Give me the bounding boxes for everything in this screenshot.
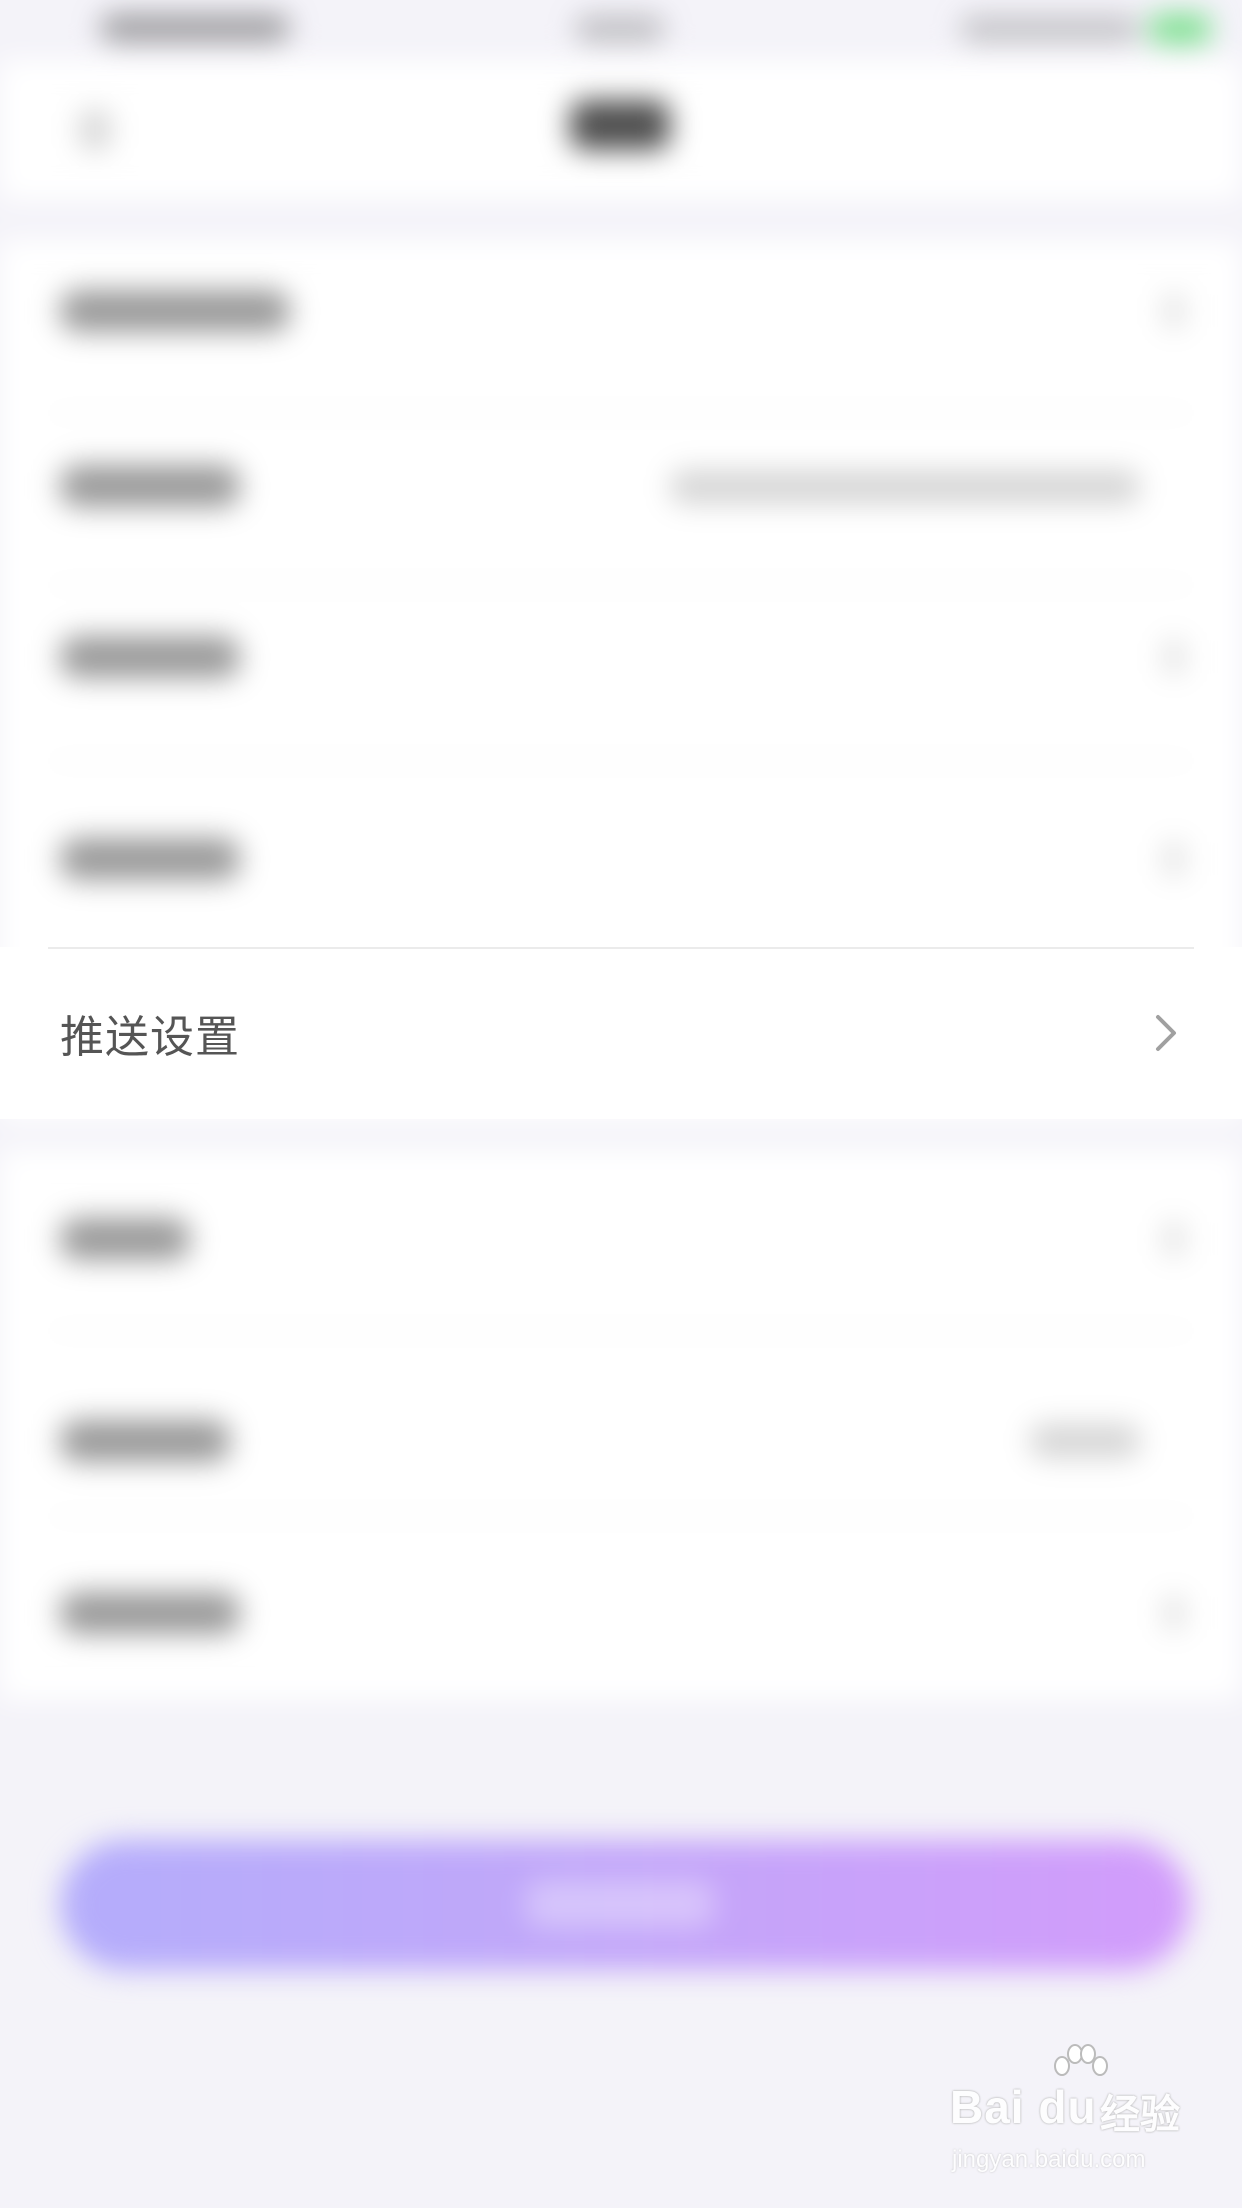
watermark-brand-cn: 经验 <box>1100 2092 1180 2138</box>
blurred-row-label <box>60 1420 230 1462</box>
blurred-chevron-icon <box>1165 1222 1183 1256</box>
push-settings-row[interactable]: 推送设置 <box>0 947 1242 1119</box>
blurred-row-value <box>1030 1424 1140 1458</box>
settings-page: 推送设置 Bai du 经验 jingyan.baidu.com <box>0 0 1242 2208</box>
blurred-chevron-icon <box>1165 842 1183 876</box>
blurred-chevron-icon <box>1165 640 1183 674</box>
blurred-row-label <box>60 290 290 332</box>
status-icons-placeholder <box>960 16 1140 42</box>
carrier-signal-placeholder <box>100 14 290 42</box>
page-title-placeholder <box>570 100 670 150</box>
blurred-row-label <box>60 1218 190 1260</box>
blurred-row-label <box>60 1592 240 1634</box>
row-divider <box>48 947 1194 949</box>
blurred-row-label <box>60 636 240 678</box>
clock-placeholder <box>575 16 665 42</box>
watermark-url: jingyan.baidu.com <box>952 2146 1146 2173</box>
blurred-chevron-icon <box>1165 294 1183 328</box>
battery-icon <box>1150 14 1210 44</box>
blurred-row-value <box>670 470 1140 504</box>
blurred-row-label <box>60 838 240 880</box>
blurred-row-label <box>60 465 240 507</box>
row-divider <box>48 412 1194 414</box>
chevron-right-icon <box>1146 1013 1186 1053</box>
row-divider <box>48 584 1194 586</box>
blurred-chevron-icon <box>1165 1596 1183 1630</box>
push-settings-label: 推送设置 <box>60 1012 240 1063</box>
row-divider <box>48 760 1194 762</box>
back-arrow-icon[interactable] <box>80 110 110 150</box>
row-divider <box>48 1515 1194 1517</box>
baidu-watermark: Bai du 经验 jingyan.baidu.com <box>950 2044 1210 2190</box>
watermark-brand: Bai du <box>950 2081 1097 2133</box>
status-bar <box>0 0 1242 60</box>
row-divider <box>48 1330 1194 1332</box>
primary-action-button-label-placeholder <box>525 1880 715 1928</box>
